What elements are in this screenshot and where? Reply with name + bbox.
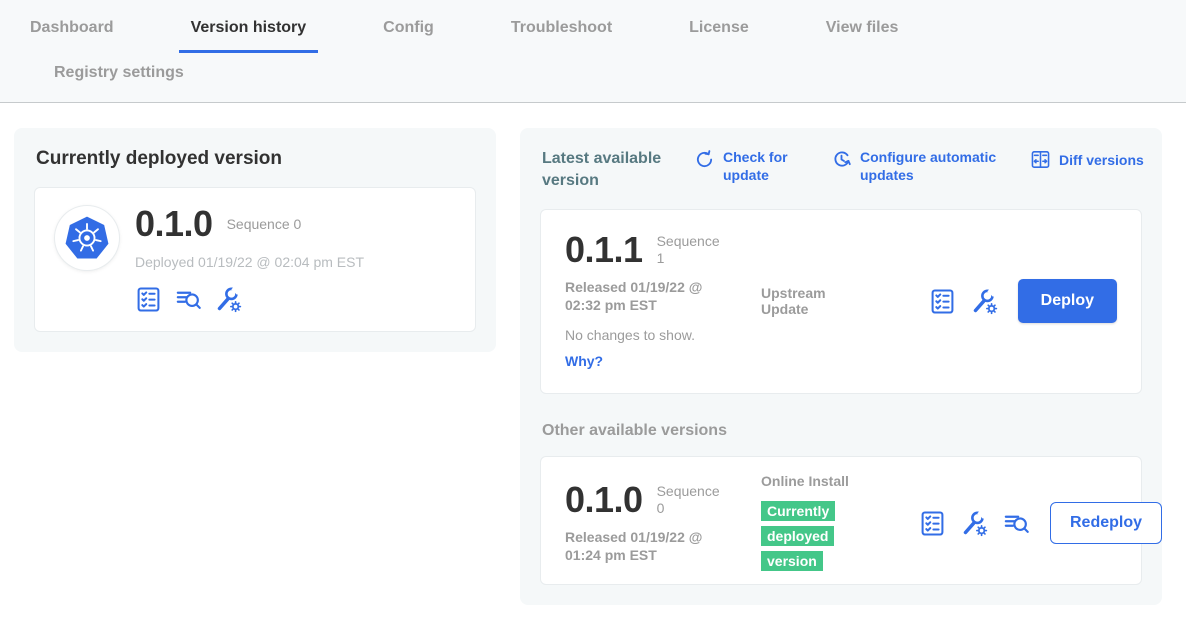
other-version-number: 0.1.0 bbox=[565, 482, 643, 518]
tab-troubleshoot[interactable]: Troubleshoot bbox=[499, 12, 624, 53]
main-content: Currently deployed version bbox=[0, 103, 1186, 605]
app-nav: Dashboard Version history Config Trouble… bbox=[0, 0, 1186, 103]
version-card-latest: 0.1.1 Sequence 1 Released 01/19/22 @ 02:… bbox=[540, 209, 1142, 393]
tab-version-history[interactable]: Version history bbox=[179, 12, 319, 53]
latest-sequence-label: Sequence 1 bbox=[657, 233, 729, 268]
current-version-title: Currently deployed version bbox=[36, 148, 476, 171]
tab-dashboard[interactable]: Dashboard bbox=[18, 12, 126, 53]
schedule-update-icon bbox=[831, 149, 852, 170]
current-sequence-label: Sequence 0 bbox=[227, 216, 302, 232]
view-logs-icon[interactable] bbox=[175, 286, 202, 313]
latest-source-label: Upstream Update bbox=[761, 285, 856, 319]
latest-version-number: 0.1.1 bbox=[565, 232, 643, 268]
latest-released-timestamp: Released 01/19/22 @ 02:32 pm EST bbox=[565, 278, 737, 314]
diff-versions-link[interactable]: Diff versions bbox=[1030, 148, 1144, 170]
nav-tabs: Dashboard Version history Config Trouble… bbox=[0, 0, 1186, 102]
edit-config-icon[interactable] bbox=[971, 288, 998, 315]
view-logs-icon[interactable] bbox=[1003, 510, 1030, 537]
other-versions-title: Other available versions bbox=[542, 422, 1142, 440]
tab-config[interactable]: Config bbox=[371, 12, 446, 53]
version-card-other: 0.1.0 Sequence 0 Released 01/19/22 @ 01:… bbox=[540, 456, 1142, 586]
tab-view-files[interactable]: View files bbox=[814, 12, 911, 53]
latest-version-title: Latest available version bbox=[542, 148, 694, 191]
edit-config-icon[interactable] bbox=[215, 286, 242, 313]
configure-automatic-updates-label: Configure automatic updates bbox=[860, 148, 1002, 184]
diff-icon bbox=[1030, 149, 1051, 170]
preflight-checks-icon[interactable] bbox=[135, 286, 162, 313]
check-for-update-link[interactable]: Check for update bbox=[694, 148, 803, 184]
refresh-icon bbox=[694, 149, 715, 170]
currently-deployed-badge: Currently deployed version bbox=[761, 501, 835, 571]
preflight-checks-icon[interactable] bbox=[919, 510, 946, 537]
other-released-timestamp: Released 01/19/22 @ 01:24 pm EST bbox=[565, 528, 737, 564]
configure-automatic-updates-link[interactable]: Configure automatic updates bbox=[831, 148, 1002, 184]
deploy-button[interactable]: Deploy bbox=[1018, 279, 1117, 323]
deployed-timestamp: Deployed 01/19/22 @ 02:04 pm EST bbox=[135, 254, 364, 270]
other-sequence-label: Sequence 0 bbox=[657, 483, 729, 518]
check-for-update-label: Check for update bbox=[723, 148, 803, 184]
edit-config-icon[interactable] bbox=[961, 510, 988, 537]
preflight-checks-icon[interactable] bbox=[929, 288, 956, 315]
tab-license[interactable]: License bbox=[677, 12, 761, 53]
why-link[interactable]: Why? bbox=[565, 353, 603, 369]
current-version-panel: Currently deployed version bbox=[14, 128, 496, 352]
current-version-card: 0.1.0 Sequence 0 Deployed 01/19/22 @ 02:… bbox=[34, 187, 476, 332]
diff-versions-label: Diff versions bbox=[1059, 151, 1144, 169]
other-source-label: Online Install bbox=[761, 473, 856, 490]
tab-registry-settings[interactable]: Registry settings bbox=[42, 57, 196, 98]
latest-version-panel: Latest available version Check for updat… bbox=[520, 128, 1162, 605]
redeploy-button[interactable]: Redeploy bbox=[1050, 502, 1162, 544]
kubernetes-logo-icon bbox=[55, 206, 119, 270]
no-changes-text: No changes to show. bbox=[565, 327, 761, 343]
current-version-number: 0.1.0 bbox=[135, 206, 213, 242]
